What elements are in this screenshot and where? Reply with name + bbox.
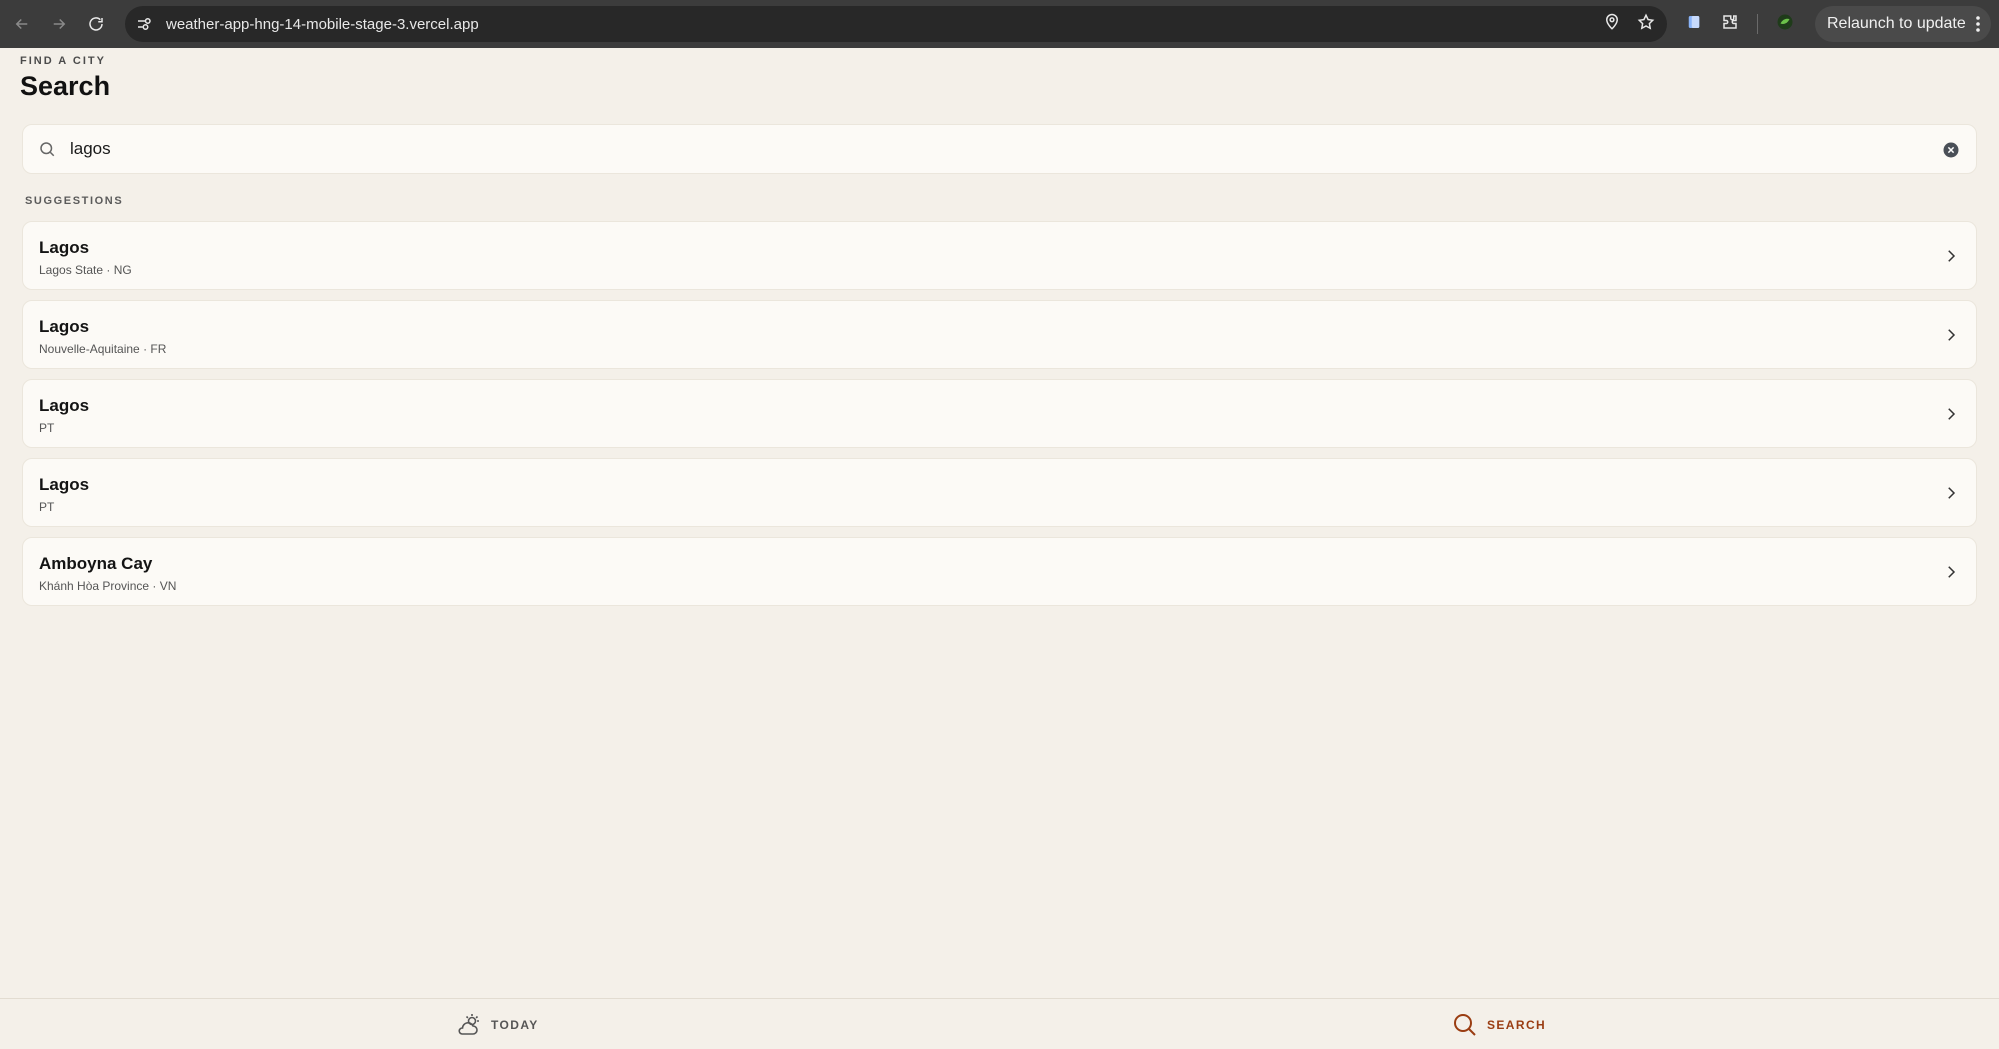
chevron-right-icon	[1948, 329, 1956, 341]
browser-toolbar: weather-app-hng-14-mobile-stage-3.vercel…	[0, 0, 1999, 48]
suggestions-label: SUGGESTIONS	[25, 195, 124, 207]
suggestion-city-name: Lagos	[39, 475, 90, 494]
forward-button[interactable]	[44, 9, 74, 39]
suggestion-item[interactable]: Lagos PT	[22, 379, 1977, 448]
suggestion-region: PT	[39, 500, 55, 514]
partly-cloudy-icon	[458, 1014, 479, 1035]
suggestion-region: Nouvelle-Aquitaine · FR	[39, 342, 167, 356]
tab-today[interactable]: TODAY	[456, 1012, 539, 1038]
more-vert-icon	[1976, 16, 1980, 32]
bookmark-star-icon[interactable]	[1637, 13, 1655, 36]
suggestion-item[interactable]: Lagos Nouvelle-Aquitaine · FR	[22, 300, 1977, 369]
suggestion-city-name: Lagos	[39, 396, 90, 415]
bottom-nav: TODAY SEARCH	[0, 998, 1999, 1049]
chevron-right-icon	[1948, 408, 1956, 420]
search-field[interactable]	[22, 124, 1977, 174]
back-button[interactable]	[7, 9, 37, 39]
page-eyebrow: FIND A CITY	[20, 55, 106, 67]
chevron-right-icon	[1948, 487, 1956, 499]
suggestion-region: Lagos State · NG	[39, 263, 132, 277]
arrow-left-icon	[15, 18, 28, 30]
suggestion-region: Khánh Hòa Province · VN	[39, 579, 177, 593]
clear-search-icon[interactable]	[1942, 141, 1960, 159]
location-icon[interactable]	[1603, 13, 1621, 36]
relaunch-label: Relaunch to update	[1827, 15, 1966, 32]
relaunch-button[interactable]: Relaunch to update	[1815, 6, 1991, 42]
url-text[interactable]: weather-app-hng-14-mobile-stage-3.vercel…	[166, 16, 479, 33]
address-bar[interactable]: weather-app-hng-14-mobile-stage-3.vercel…	[125, 6, 1667, 42]
search-input[interactable]	[70, 139, 1870, 159]
chevron-right-icon	[1948, 566, 1956, 578]
suggestion-region: PT	[39, 421, 55, 435]
site-settings-icon[interactable]	[134, 14, 154, 34]
extensions-puzzle-icon[interactable]	[1721, 13, 1739, 36]
suggestion-item[interactable]: Lagos Lagos State · NG	[22, 221, 1977, 290]
chevron-right-icon	[1948, 250, 1956, 262]
tab-search[interactable]: SEARCH	[1452, 1012, 1546, 1038]
suggestion-city-name: Lagos	[39, 238, 90, 257]
search-icon	[40, 142, 55, 157]
page-title: Search	[20, 71, 111, 101]
tab-today-label: TODAY	[491, 1018, 539, 1032]
suggestions-list: Lagos Lagos State · NG Lagos Nouvelle-Aq…	[22, 221, 1977, 616]
reload-button[interactable]	[81, 9, 111, 39]
suggestion-city-name: Lagos	[39, 317, 90, 336]
extension-doc-icon[interactable]	[1685, 13, 1703, 36]
suggestion-item[interactable]: Amboyna Cay Khánh Hòa Province · VN	[22, 537, 1977, 606]
toolbar-divider	[1757, 14, 1758, 34]
arrow-right-icon	[53, 18, 66, 30]
reload-icon	[89, 17, 103, 31]
tab-search-label: SEARCH	[1487, 1018, 1547, 1032]
profile-avatar-icon[interactable]	[1776, 13, 1794, 36]
suggestion-item[interactable]: Lagos PT	[22, 458, 1977, 527]
suggestion-city-name: Amboyna Cay	[39, 554, 153, 573]
search-icon	[1454, 1014, 1476, 1036]
